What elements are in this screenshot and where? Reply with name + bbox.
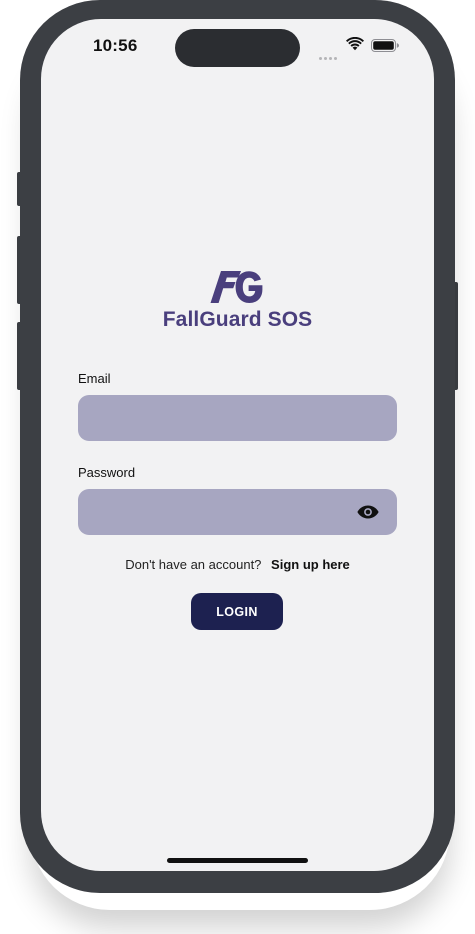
password-label: Password [78, 465, 136, 480]
fg-logo-icon [210, 271, 262, 303]
login-screen: 10:56 FallGuard SOS Email Password Don't… [41, 19, 434, 871]
password-field[interactable] [78, 489, 397, 535]
cellular-signal-icon [319, 47, 341, 60]
email-field[interactable] [78, 395, 397, 441]
battery-icon [371, 39, 399, 52]
login-button[interactable]: LOGIN [191, 593, 283, 630]
dynamic-island [175, 29, 300, 67]
app-name: FallGuard SOS [162, 308, 313, 331]
brand-logo: FallGuard SOS [41, 269, 434, 332]
signup-prompt-row: Don't have an account? Sign up here [41, 557, 434, 572]
eye-icon[interactable] [357, 505, 379, 519]
device-stage: 10:56 FallGuard SOS Email Password Don't… [0, 0, 475, 934]
wifi-icon [346, 37, 364, 51]
home-indicator [167, 858, 308, 863]
email-label: Email [78, 371, 111, 386]
signup-prompt-text: Don't have an account? [125, 557, 262, 572]
status-time: 10:56 [93, 36, 138, 55]
phone-frame: 10:56 FallGuard SOS Email Password Don't… [20, 0, 455, 893]
signup-link[interactable]: Sign up here [271, 557, 350, 572]
